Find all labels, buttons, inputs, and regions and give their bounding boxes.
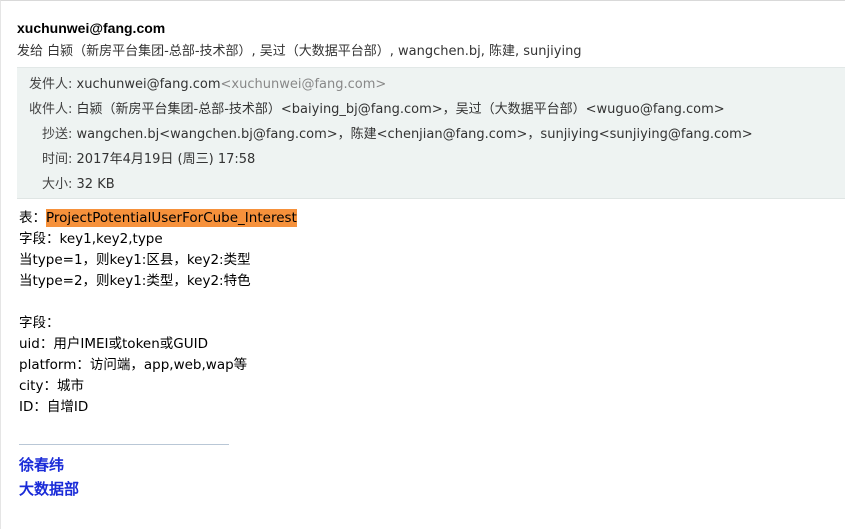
detail-cc: 抄送: wangchen.bj<wangchen.bj@fang.com>，陈建… (42, 127, 753, 143)
body-line-9: ID：自增ID (19, 399, 89, 415)
from-address: <xuchunwei@fang.com> (220, 77, 387, 92)
table-prefix: 表： (19, 210, 46, 226)
recipients-summary: 发给 白颍（新房平台集团-总部-技术部）, 吴过（大数据平台部）, wangch… (17, 44, 582, 59)
time-value: 2017年4月19日 (周三) 17:58 (76, 152, 256, 167)
body-line-7: platform：访问端，app,web,wap等 (19, 357, 248, 373)
size-label: 大小: (42, 177, 73, 192)
message-header: xuchunwei@fang.com 发给 白颍（新房平台集团-总部-技术部）,… (17, 19, 835, 60)
sender-address[interactable]: xuchunwei@fang.com (17, 19, 835, 37)
body-line-5: 字段： (19, 315, 60, 331)
time-label: 时间: (42, 152, 73, 167)
body-line-3: 当type=1，则key1:区县，key2:类型 (19, 252, 251, 268)
detail-to: 收件人: 白颍（新房平台集团-总部-技术部）<baiying_bj@fang.c… (29, 102, 725, 118)
from-label: 发件人: (29, 77, 73, 92)
cc-value[interactable]: wangchen.bj<wangchen.bj@fang.com>，陈建<che… (77, 127, 753, 142)
detail-time: 时间: 2017年4月19日 (周三) 17:58 (42, 152, 255, 168)
highlighted-table-name: ProjectPotentialUserForCube_Interest (46, 209, 297, 227)
detail-size: 大小: 32 KB (42, 177, 115, 193)
to-value[interactable]: 白颍（新房平台集团-总部-技术部）<baiying_bj@fang.com>，吴… (77, 102, 725, 117)
body-line-8: city：城市 (19, 378, 84, 394)
body-line-6: uid：用户IMEI或token或GUID (19, 336, 208, 352)
body-line-4: 当type=2，则key1:类型，key2:特色 (19, 273, 251, 289)
body-table-line: 表：ProjectPotentialUserForCube_Interest (19, 208, 297, 229)
message-details-panel: 发件人: xuchunwei@fang.com<xuchunwei@fang.c… (17, 67, 845, 199)
signature-name: 徐春纬 (19, 456, 65, 474)
signature-dept: 大数据部 (19, 480, 80, 498)
to-label: 收件人: (29, 102, 73, 117)
cc-label: 抄送: (42, 127, 73, 142)
detail-from: 发件人: xuchunwei@fang.com<xuchunwei@fang.c… (29, 77, 386, 93)
body-line-2: 字段：key1,key2,type (19, 231, 163, 247)
body-blank-line (19, 292, 297, 313)
message-body: 表：ProjectPotentialUserForCube_Interest 字… (19, 208, 297, 418)
email-view: xuchunwei@fang.com 发给 白颍（新房平台集团-总部-技术部）,… (0, 0, 845, 529)
size-value: 32 KB (76, 177, 115, 192)
from-name[interactable]: xuchunwei@fang.com (77, 77, 221, 92)
signature-divider (19, 444, 229, 445)
